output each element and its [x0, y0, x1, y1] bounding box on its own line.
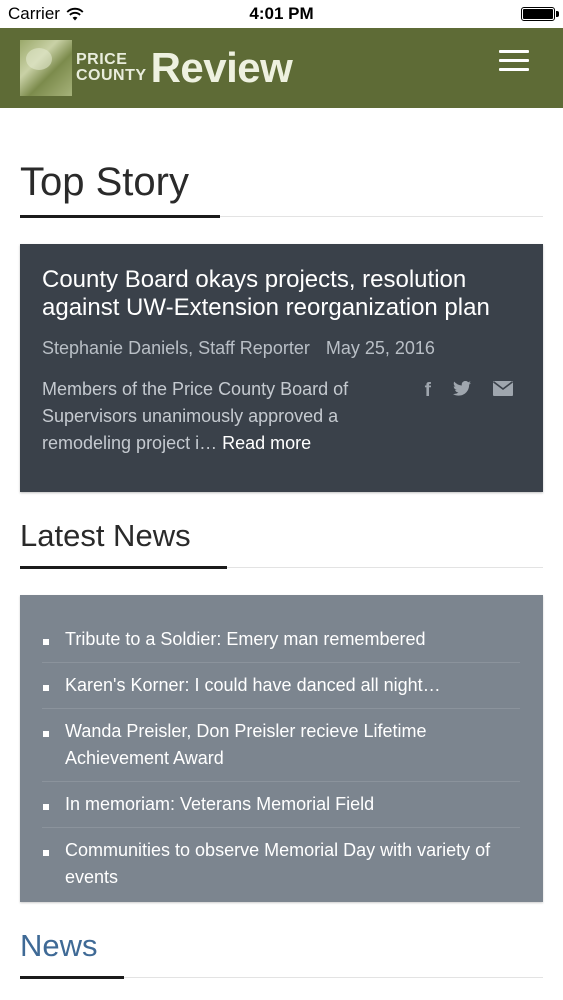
facebook-icon[interactable]: f [425, 381, 431, 401]
logo-main-text: Review [150, 44, 293, 91]
story-summary: Members of the Price County Board of Sup… [42, 376, 392, 457]
status-bar: Carrier 4:01 PM [0, 0, 563, 28]
latest-news-item[interactable]: Wanda Preisler, Don Preisler recieve Lif… [42, 709, 520, 782]
story-date: May 25, 2016 [325, 338, 435, 358]
site-logo[interactable]: PRICE COUNTY Review [20, 40, 293, 96]
story-author: Stephanie Daniels, Staff Reporter [42, 338, 310, 358]
status-time: 4:01 PM [249, 4, 314, 23]
battery-icon [521, 7, 559, 21]
story-headline[interactable]: County Board okays projects, resolution … [42, 266, 532, 322]
logo-line-price: PRICE [76, 51, 128, 68]
latest-news-box: Tribute to a Soldier: Emery man remember… [20, 595, 543, 902]
latest-news-item[interactable]: Tribute to a Soldier: Emery man remember… [42, 617, 520, 663]
hamburger-menu-icon[interactable] [499, 50, 531, 72]
app-header: PRICE COUNTY Review [0, 28, 563, 108]
read-more-link[interactable]: Read more [222, 433, 311, 453]
latest-news-item[interactable]: Karen's Korner: I could have danced all … [42, 663, 520, 709]
logo-line-county: COUNTY [76, 67, 147, 84]
news-heading[interactable]: News [20, 928, 98, 964]
latest-news-list: Tribute to a Soldier: Emery man remember… [42, 617, 520, 900]
news-section-header: News [20, 928, 543, 979]
story-byline: Stephanie Daniels, Staff Reporter May 25,… [42, 338, 435, 359]
twitter-icon[interactable] [453, 380, 471, 401]
share-icons: f [425, 381, 513, 401]
latest-news-item[interactable]: Communities to observe Memorial Day with… [42, 828, 520, 900]
news-underline [20, 976, 124, 979]
latest-news-underline [20, 566, 227, 569]
latest-news-item[interactable]: In memoriam: Veterans Memorial Field [42, 782, 520, 828]
top-story-card[interactable]: County Board okays projects, resolution … [20, 244, 543, 492]
latest-news-section-header: Latest News [20, 518, 543, 569]
top-story-section-header: Top Story [20, 160, 543, 218]
email-icon[interactable] [493, 381, 513, 401]
logo-image [20, 40, 72, 96]
logo-small-text: PRICE COUNTY [76, 52, 147, 84]
top-story-underline [20, 215, 220, 218]
top-story-heading: Top Story [20, 160, 189, 204]
latest-news-heading: Latest News [20, 518, 191, 553]
